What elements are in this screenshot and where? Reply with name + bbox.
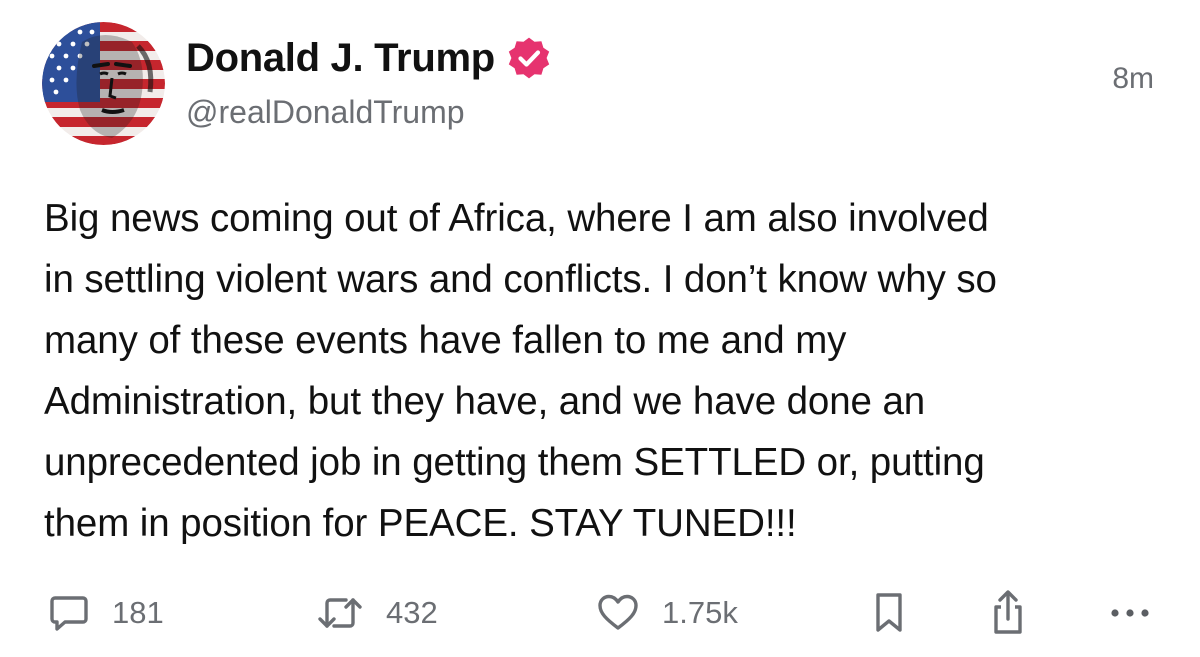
reply-count: 181 xyxy=(112,595,164,630)
post-actions: 181 432 1.75k xyxy=(0,585,1200,641)
avatar[interactable] xyxy=(42,22,165,145)
post-body-line: many of these events have fallen to me a… xyxy=(44,319,847,362)
share-icon xyxy=(988,589,1028,637)
post-timestamp[interactable]: 8m xyxy=(1112,62,1154,96)
more-options-button[interactable] xyxy=(1108,585,1152,641)
post-body-line: in settling violent wars and conflicts. … xyxy=(44,258,997,301)
post-body: Big news coming out of Africa, where I a… xyxy=(44,188,1164,554)
retruth-count: 432 xyxy=(386,595,438,630)
post-body-line: Administration, but they have, and we ha… xyxy=(44,380,926,423)
verified-badge-icon xyxy=(505,34,553,82)
share-button[interactable] xyxy=(988,585,1028,641)
author-name-text: Donald J. Trump xyxy=(186,35,495,80)
author-display-name[interactable]: Donald J. Trump xyxy=(186,34,553,82)
like-count: 1.75k xyxy=(662,595,738,630)
author-handle[interactable]: @realDonaldTrump xyxy=(186,94,465,131)
bookmark-button[interactable] xyxy=(872,585,906,641)
repost-arrows-icon xyxy=(316,592,364,634)
bookmark-icon xyxy=(872,590,906,636)
heart-icon xyxy=(596,592,640,634)
avatar-image xyxy=(42,22,165,145)
speech-bubble-icon xyxy=(48,592,90,634)
retruth-button[interactable]: 432 xyxy=(316,585,438,641)
more-dots-icon xyxy=(1108,603,1152,623)
like-button[interactable]: 1.75k xyxy=(596,585,738,641)
post-body-line: them in position for PEACE. STAY TUNED!!… xyxy=(44,502,797,545)
reply-button[interactable]: 181 xyxy=(48,585,164,641)
post-body-line: Big news coming out of Africa, where I a… xyxy=(44,197,989,240)
post-body-line: unprecedented job in getting them SETTLE… xyxy=(44,441,985,484)
post-card: Donald J. Trump @realDonaldTrump 8m Big … xyxy=(0,0,1200,657)
